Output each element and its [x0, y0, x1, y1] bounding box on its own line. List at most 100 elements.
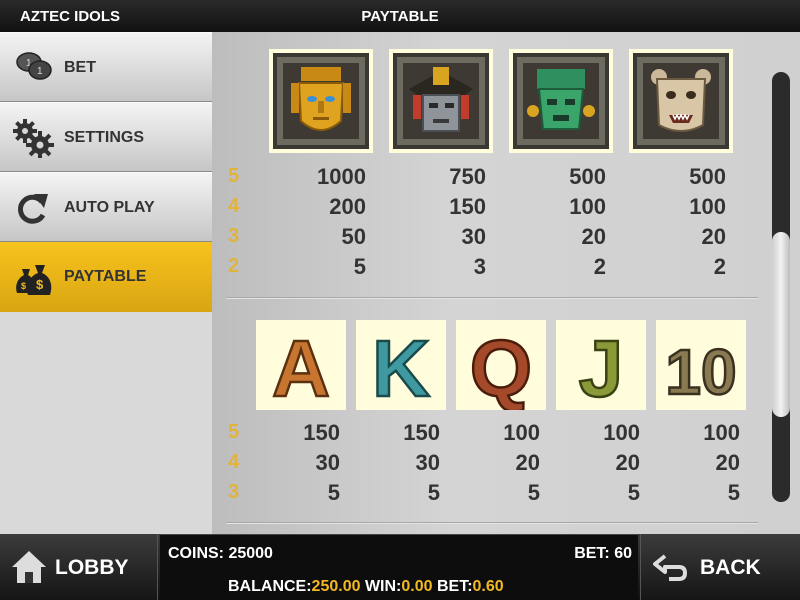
pay-value: 30 — [461, 224, 486, 249]
sidebar-menu: 1 1 BET SETTINGS AUTO PLAY $ $ PAYTABLE — [0, 32, 229, 534]
status-panel: COINS: 25000 BET: 60 BALANCE:250.00 WIN:… — [160, 534, 638, 600]
pay-value: 5 — [427, 480, 440, 505]
pay-value: 5 — [727, 480, 740, 505]
pay-value: 200 — [329, 194, 366, 219]
sidebar-item-label: AUTO PLAY — [64, 199, 155, 216]
pay-value: 150 — [449, 194, 486, 219]
pay-value: 500 — [569, 164, 606, 189]
number-10-icon: 10 — [664, 335, 738, 410]
back-label: BACK — [700, 556, 761, 579]
pay-value: 2 — [713, 254, 726, 279]
letter-k-icon: K — [371, 323, 432, 415]
coins-display: COINS: 25000 — [168, 545, 273, 563]
coins-icon: 1 1 — [16, 52, 52, 80]
pay-value: 20 — [515, 450, 540, 475]
pay-value: 150 — [403, 420, 440, 445]
letter-j-symbol: J — [556, 320, 646, 415]
money-bags-icon: $ $ — [16, 265, 52, 295]
jaguar-mask-icon — [633, 53, 729, 149]
pay-value: 100 — [689, 194, 726, 219]
golden-mask-symbol — [269, 49, 373, 153]
golden-mask-icon — [273, 53, 369, 149]
pay-value: 5 — [627, 480, 640, 505]
balance-row: BALANCE:250.00 WIN:0.00 BET:0.60 — [228, 578, 504, 596]
number-10-symbol: 10 — [656, 320, 746, 410]
pay-value: 20 — [581, 224, 606, 249]
balance-label: BALANCE: — [228, 578, 312, 595]
letter-j-icon: J — [578, 323, 625, 415]
scrollbar-track[interactable] — [772, 72, 790, 502]
section-divider — [226, 522, 758, 524]
pay-value: 100 — [603, 420, 640, 445]
section-divider — [226, 297, 758, 299]
coins-value: 25000 — [228, 545, 273, 562]
letter-q-symbol: Q — [456, 320, 546, 415]
svg-text:Q: Q — [470, 324, 532, 410]
win-label: WIN: — [364, 578, 402, 595]
pay-value: 20 — [615, 450, 640, 475]
pay-value: 3 — [473, 254, 486, 279]
pay-value: 5 — [353, 254, 366, 279]
lobby-label: LOBBY — [55, 556, 129, 579]
svg-text:J: J — [579, 324, 624, 410]
sidebar-item-label: BET — [64, 59, 96, 76]
svg-text:K: K — [372, 324, 430, 410]
pay-value: 100 — [503, 420, 540, 445]
letter-a-symbol: A — [256, 320, 346, 415]
pay-value: 20 — [701, 224, 726, 249]
stone-warrior-icon — [393, 53, 489, 149]
pay-value: 100 — [569, 194, 606, 219]
count-label: 4 — [228, 451, 240, 473]
win-value: 0.00 — [401, 578, 433, 595]
svg-text:$: $ — [21, 281, 26, 291]
balance-value: 250.00 — [311, 578, 361, 595]
pay-value: 150 — [303, 420, 340, 445]
bet-label: BET: — [574, 545, 610, 562]
pay-value: 500 — [689, 164, 726, 189]
pay-value: 50 — [341, 224, 366, 249]
lobby-button[interactable]: LOBBY — [0, 534, 158, 600]
bottom-bar: LOBBY COINS: 25000 BET: 60 BALANCE:250.0… — [0, 534, 800, 600]
bet-display: BET: 60 — [574, 545, 632, 563]
letter-a-icon: A — [271, 323, 331, 415]
sidebar-item-auto-play[interactable]: AUTO PLAY — [0, 172, 212, 242]
svg-text:10: 10 — [665, 336, 736, 408]
letter-q-icon: Q — [469, 323, 534, 415]
count-label: 4 — [228, 195, 240, 217]
count-label: 2 — [228, 255, 240, 277]
page-title: PAYTABLE — [361, 8, 439, 25]
pay-value: 5 — [527, 480, 540, 505]
paytable-panel: 5 4 3 2 1000 200 50 5 750 150 30 3 500 1… — [212, 32, 800, 534]
bet-money-value: 0.60 — [472, 578, 504, 595]
pay-value: 30 — [315, 450, 340, 475]
jaguar-mask-symbol — [629, 49, 733, 153]
refresh-icon — [17, 194, 48, 224]
sidebar-item-paytable[interactable]: $ $ PAYTABLE — [0, 242, 229, 312]
sidebar-item-bet[interactable]: 1 1 BET — [0, 32, 212, 102]
back-button[interactable]: BACK — [640, 534, 800, 600]
count-label: 5 — [228, 421, 240, 443]
count-label: 3 — [228, 225, 240, 247]
jade-mask-symbol — [509, 49, 613, 153]
sidebar-item-label: SETTINGS — [64, 129, 145, 146]
pay-value: 30 — [415, 450, 440, 475]
pay-value: 2 — [593, 254, 606, 279]
count-label: 5 — [228, 165, 240, 187]
sidebar-item-settings[interactable]: SETTINGS — [0, 102, 212, 172]
svg-text:$: $ — [36, 277, 44, 292]
top-bar: AZTEC IDOLS PAYTABLE — [0, 0, 800, 32]
stone-warrior-symbol — [389, 49, 493, 153]
pay-value: 20 — [715, 450, 740, 475]
count-label: 3 — [228, 481, 240, 503]
scrollbar-thumb[interactable] — [772, 232, 790, 417]
pay-value: 1000 — [317, 164, 366, 189]
svg-text:A: A — [272, 324, 330, 410]
pay-value: 100 — [703, 420, 740, 445]
coins-label: COINS: — [168, 545, 224, 562]
pay-value: 750 — [449, 164, 486, 189]
svg-text:1: 1 — [37, 66, 43, 77]
sidebar-item-label: PAYTABLE — [64, 268, 147, 285]
back-arrow-icon — [653, 554, 687, 581]
home-icon — [12, 551, 46, 583]
pay-value: 5 — [327, 480, 340, 505]
